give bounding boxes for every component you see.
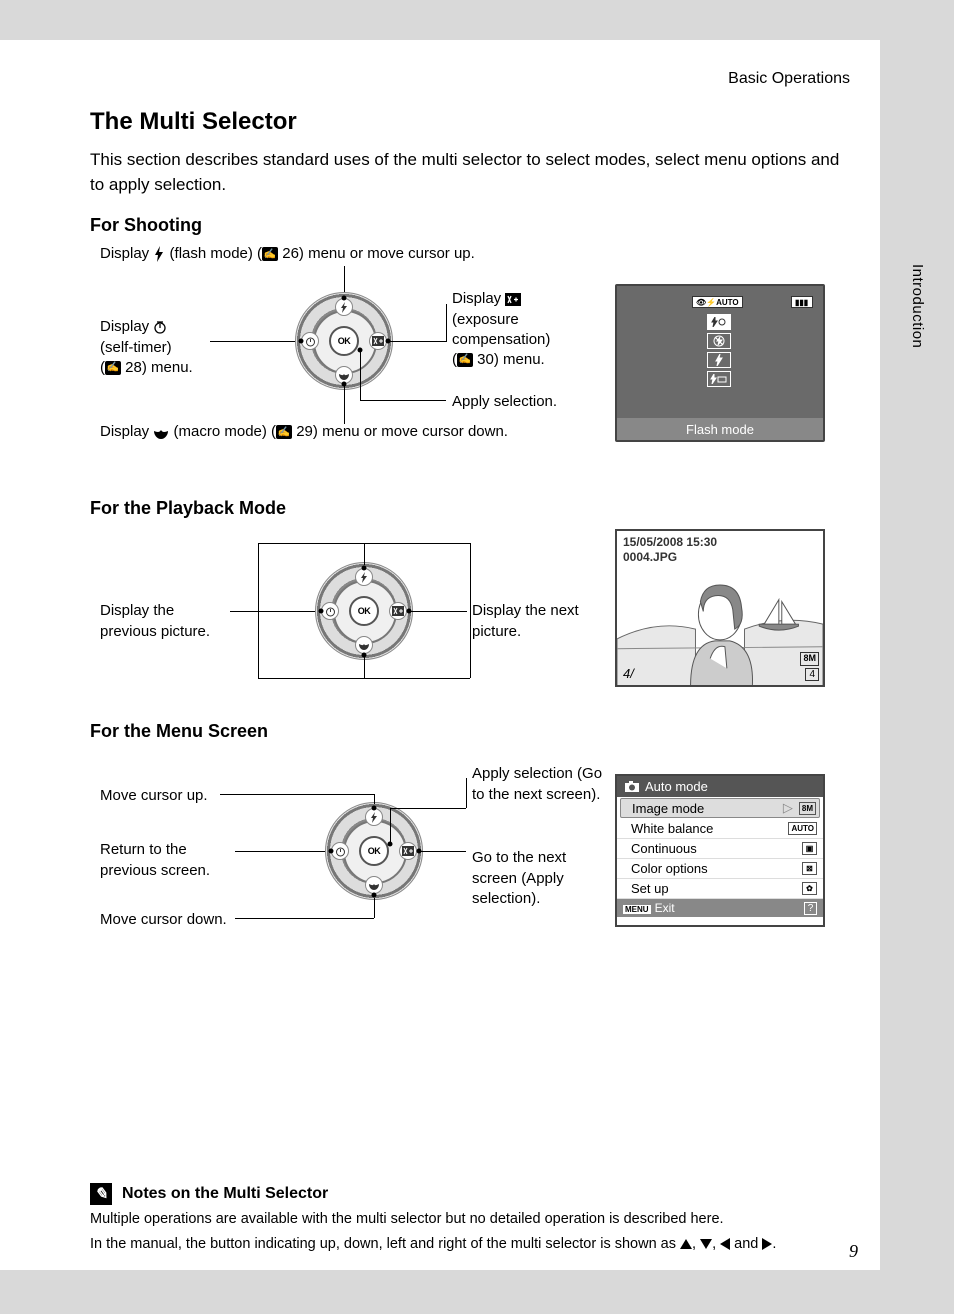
page-ref-icon: ✍ [457,353,473,367]
wheel-left-timer [301,332,319,350]
menu-item: White balance AUTO [617,819,823,839]
notes-p2: In the manual, the button indicating up,… [90,1234,852,1254]
flash-off-icon [707,333,731,349]
notes-p1: Multiple operations are available with t… [90,1209,852,1229]
wheel-right [389,602,407,620]
menu-left-label: Return to the previous screen. [100,840,230,881]
flash-screen-footer: Flash mode [617,418,823,440]
menu-item-badge: ▣ [802,842,817,855]
page-ref-icon: ✍ [262,247,278,261]
note-pencil-icon: ✎ [90,1183,112,1205]
triangle-right-icon [762,1238,772,1250]
menu-item: Set up ✿ [617,879,823,899]
menu-item-label: Continuous [631,841,697,856]
header-section: Basic Operations [90,70,860,88]
flash-on-icon [707,352,731,368]
playback-datetime: 15/05/2008 15:30 0004.JPG [623,535,717,564]
menu-item: Continuous ▣ [617,839,823,859]
multi-selector-wheel: OK [295,292,393,390]
wheel-down [365,876,383,894]
wheel-right-exposure [369,332,387,350]
wheel-down [355,636,373,654]
ok-button: OK [349,596,379,626]
help-icon: ? [804,902,817,915]
shooting-right-label: Display (exposurecompensation)(✍ 30) men… [452,289,612,370]
shooting-section: Display (flash mode) (✍ 26) menu or move… [100,244,860,474]
self-timer-icon [153,320,167,334]
menu-item-badge: AUTO [788,822,817,835]
flash-options-list [707,314,731,387]
status-battery-icon: ▮▮▮ [791,296,813,308]
flash-mode-screen: 👁 ⚡AUTO ▮▮▮ Flash mode [615,284,825,442]
side-tab-label: Introduction [909,264,926,348]
menu-up-label: Move cursor up. [100,786,208,806]
wheel-up [355,568,373,586]
macro-icon [153,426,169,439]
exposure-comp-icon [505,293,521,306]
status-auto-icon: 👁 ⚡AUTO [692,296,743,308]
multi-selector-wheel: OK [315,562,413,660]
playback-right-label: Display the next picture. [472,601,602,642]
menu-item-label: Set up [631,881,669,896]
shooting-up-label: Display (flash mode) (✍ 26) menu or move… [100,244,570,264]
page-number: 9 [849,1241,858,1262]
notes-box: ✎ Notes on the Multi Selector Multiple o… [90,1183,852,1258]
playback-info-icons: 8M 4 [800,650,819,681]
menu-item-label: Color options [631,861,708,876]
menu-item-label: Image mode [632,801,704,816]
intro-text: This section describes standard uses of … [90,148,850,197]
ok-button: OK [359,836,389,866]
shooting-heading: For Shooting [90,215,860,236]
playback-section: Display the previous picture. Display th… [100,527,860,697]
shooting-down-label: Display (macro mode) (✍ 29) menu or move… [100,422,550,442]
menu-right-label: Go to the next screen (Apply selection). [472,848,612,909]
menu-item: Image mode ▷ 8M [620,798,820,818]
menu-item-label: White balance [631,821,713,836]
triangle-down-icon [700,1239,712,1249]
wheel-right [399,842,417,860]
triangle-left-icon [720,1238,730,1250]
page-ref-icon: ✍ [105,361,121,375]
page-ref-icon: ✍ [276,425,292,439]
flash-slow-icon [707,371,731,387]
menu-screen-footer: MENUExit ? [617,899,823,917]
shooting-left-label: Display (self-timer) ((self-timer)(✍ 28)… [100,317,215,378]
wheel-left [321,602,339,620]
menu-item-badge: ⊠ [802,862,817,875]
menu-item-badge: ✿ [802,882,817,895]
menu-screen-title: Auto mode [617,776,823,797]
shooting-apply-label: Apply selection. [452,392,557,412]
menu-heading: For the Menu Screen [90,721,860,742]
playback-counter: 4/ [623,666,634,681]
playback-screen: 15/05/2008 15:30 0004.JPG 8M 4 4/ [615,529,825,687]
playback-heading: For the Playback Mode [90,498,860,519]
menu-screen: Auto mode Image mode ▷ 8M White balance AUTO… [615,774,825,927]
wheel-up [365,808,383,826]
menu-chip-icon: MENU [623,905,651,914]
chevron-right-icon: ▷ [783,800,793,816]
menu-section: Move cursor up. Return to the previous s… [100,750,860,930]
manual-page: Basic Operations The Multi Selector This… [0,40,880,1270]
menu-item-badge: 8M [799,802,816,815]
menu-down-label: Move cursor down. [100,910,227,930]
flash-icon [153,246,165,262]
menu-item: Color options ⊠ [617,859,823,879]
flash-auto-redeye-icon [707,314,731,330]
multi-selector-wheel: OK [325,802,423,900]
playback-left-label: Display the previous picture. [100,601,230,642]
wheel-up-flash [335,298,353,316]
wheel-left [331,842,349,860]
triangle-up-icon [680,1239,692,1249]
ok-button: OK [329,326,359,356]
page-title: The Multi Selector [90,108,860,136]
menu-ok-label: Apply selection (Go to the next screen). [472,764,612,805]
notes-heading: Notes on the Multi Selector [122,1185,328,1203]
camera-icon [625,781,639,792]
